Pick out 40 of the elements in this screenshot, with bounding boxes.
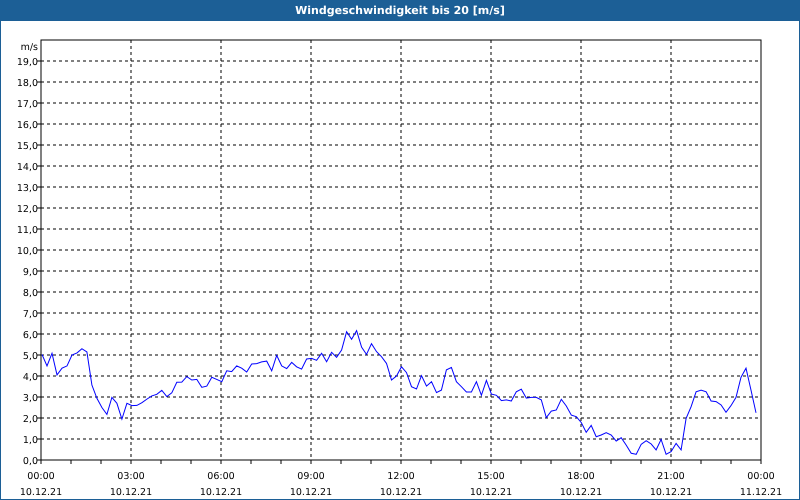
y-tick-label: 4,0	[22, 372, 38, 383]
y-tick-label: 0,0	[22, 456, 38, 467]
x-tick-label: 00:00	[27, 471, 55, 482]
x-date-label: 10.12.21	[650, 487, 692, 498]
x-tick-label: 00:00	[747, 471, 775, 482]
x-tick-label: 06:00	[207, 471, 235, 482]
x-date-label: 10.12.21	[20, 487, 62, 498]
y-tick-label: 7,0	[22, 309, 38, 320]
y-tick-label: 2,0	[22, 414, 38, 425]
y-tick-label: 18,0	[16, 78, 38, 89]
x-date-label: 10.12.21	[560, 487, 602, 498]
chart-title: Windgeschwindigkeit bis 20 [m/s]	[295, 4, 505, 17]
y-tick-label: 10,0	[16, 246, 38, 257]
y-tick-label: 13,0	[16, 183, 38, 194]
x-tick-label: 09:00	[297, 471, 325, 482]
y-tick-label: 5,0	[22, 351, 38, 362]
y-tick-label: 11,0	[16, 225, 38, 236]
y-tick-label: 3,0	[22, 393, 38, 404]
x-date-label: 10.12.21	[470, 487, 512, 498]
axis-unit-label: m/s	[20, 42, 38, 53]
y-tick-label: 15,0	[16, 141, 38, 152]
y-tick-label: 14,0	[16, 162, 38, 173]
x-date-label: 10.12.21	[110, 487, 152, 498]
x-date-label: 10.12.21	[200, 487, 242, 498]
x-date-label: 10.12.21	[290, 487, 332, 498]
x-tick-label: 03:00	[117, 471, 145, 482]
x-date-label: 10.12.21	[380, 487, 422, 498]
y-tick-label: 17,0	[16, 99, 38, 110]
y-tick-label: 16,0	[16, 120, 38, 131]
x-tick-label: 12:00	[387, 471, 415, 482]
y-tick-label: 12,0	[16, 204, 38, 215]
x-tick-label: 15:00	[477, 471, 505, 482]
x-date-label: 11.12.21	[740, 487, 782, 498]
x-tick-label: 18:00	[567, 471, 595, 482]
y-tick-label: 6,0	[22, 330, 38, 341]
y-tick-label: 8,0	[22, 288, 38, 299]
y-tick-label: 9,0	[22, 267, 38, 278]
y-tick-label: 1,0	[22, 435, 38, 446]
x-tick-label: 21:00	[657, 471, 685, 482]
y-tick-label: 19,0	[16, 57, 38, 68]
